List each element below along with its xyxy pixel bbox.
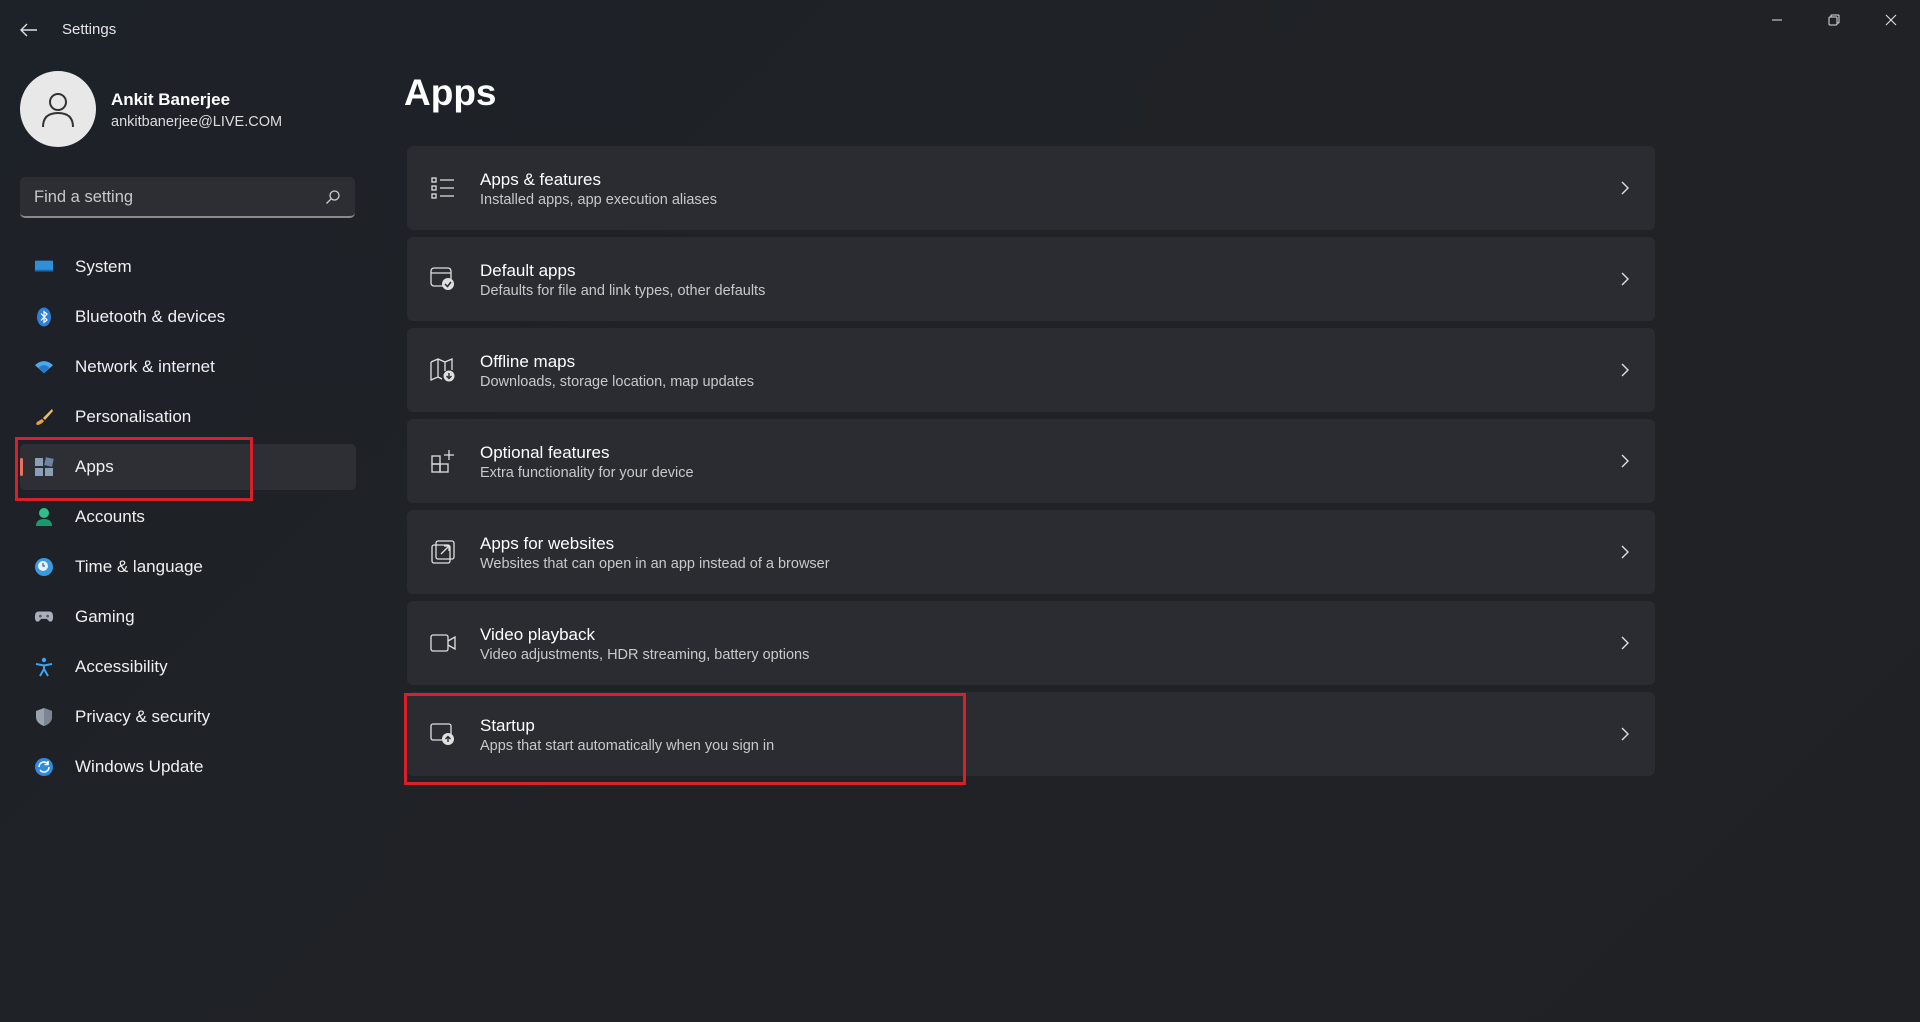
video-camera-icon [429, 629, 457, 657]
default-apps-icon [429, 265, 457, 293]
chevron-right-icon [1619, 269, 1631, 289]
card-subtitle: Extra functionality for your device [480, 465, 694, 481]
card-subtitle: Websites that can open in an app instead… [480, 556, 830, 572]
close-button[interactable] [1863, 0, 1919, 40]
sidebar-item-label: Bluetooth & devices [75, 307, 226, 326]
card-offline-maps[interactable]: Offline maps Downloads, storage location… [407, 328, 1655, 412]
minimize-button[interactable] [1749, 0, 1805, 40]
card-title: Optional features [480, 443, 610, 462]
card-subtitle: Downloads, storage location, map updates [480, 374, 755, 390]
chevron-right-icon [1619, 178, 1631, 198]
sidebar-item-label: Accessibility [75, 657, 168, 676]
sidebar-item-label: System [75, 257, 132, 276]
card-title: Apps & features [480, 170, 601, 189]
open-external-icon [429, 538, 457, 566]
card-title: Default apps [480, 261, 576, 280]
sidebar-item-label: Windows Update [75, 757, 204, 776]
startup-icon [429, 720, 457, 748]
card-subtitle: Defaults for file and link types, other … [480, 283, 766, 299]
sidebar-item-accessibility[interactable]: Accessibility [20, 644, 356, 690]
close-icon [1885, 14, 1897, 26]
card-title: Apps for websites [480, 534, 615, 553]
sidebar-item-apps[interactable]: Apps [20, 444, 356, 490]
chevron-right-icon [1619, 633, 1631, 653]
accessibility-icon [34, 657, 54, 677]
app-title: Settings [62, 21, 117, 38]
settings-card-list: Apps & features Installed apps, app exec… [407, 146, 1655, 783]
chevron-right-icon [1619, 542, 1631, 562]
search-icon [326, 190, 340, 204]
sidebar-item-windows-update[interactable]: Windows Update [20, 744, 356, 790]
sidebar-item-accounts[interactable]: Accounts [20, 494, 356, 540]
card-subtitle: Installed apps, app execution aliases [480, 192, 717, 208]
sidebar-item-label: Time & language [75, 557, 203, 576]
map-download-icon [429, 356, 457, 384]
accounts-icon [34, 507, 54, 527]
update-icon [34, 757, 54, 777]
user-profile[interactable]: Ankit Banerjee ankitbanerjee@LIVE.COM [20, 70, 360, 150]
chevron-right-icon [1619, 724, 1631, 744]
card-video-playback[interactable]: Video playback Video adjustments, HDR st… [407, 601, 1655, 685]
card-apps-features[interactable]: Apps & features Installed apps, app exec… [407, 146, 1655, 230]
user-email: ankitbanerjee@LIVE.COM [111, 114, 283, 130]
apps-icon [34, 457, 54, 477]
selection-indicator [20, 458, 23, 476]
search-input[interactable]: Find a setting [20, 177, 355, 218]
list-icon [429, 174, 457, 202]
sidebar-item-label: Accounts [75, 507, 145, 526]
card-title: Startup [480, 716, 535, 735]
sidebar-item-network[interactable]: Network & internet [20, 344, 356, 390]
chevron-right-icon [1619, 360, 1631, 380]
back-button[interactable] [14, 16, 44, 44]
sidebar-nav: System Bluetooth & devices Network & int… [20, 244, 356, 794]
sidebar-item-privacy-security[interactable]: Privacy & security [20, 694, 356, 740]
sidebar-item-gaming[interactable]: Gaming [20, 594, 356, 640]
title-bar: Settings [0, 0, 1920, 60]
clock-globe-icon [34, 557, 54, 577]
sidebar-item-label: Apps [75, 457, 114, 476]
maximize-button[interactable] [1806, 0, 1862, 40]
gamepad-icon [34, 607, 54, 627]
card-startup[interactable]: Startup Apps that start automatically wh… [407, 692, 1655, 776]
sidebar-item-label: Network & internet [75, 357, 215, 376]
sidebar-item-time-language[interactable]: Time & language [20, 544, 356, 590]
card-title: Offline maps [480, 352, 576, 371]
minimize-icon [1772, 19, 1782, 21]
sidebar-item-bluetooth[interactable]: Bluetooth & devices [20, 294, 356, 340]
sidebar-item-label: Gaming [75, 607, 135, 626]
avatar [20, 71, 96, 147]
chevron-right-icon [1619, 451, 1631, 471]
settings-window: Settings Ankit Banerjee ankitbanerjee@LI… [0, 0, 1920, 1022]
search-placeholder: Find a setting [34, 188, 134, 206]
sidebar-item-system[interactable]: System [20, 244, 356, 290]
card-title: Video playback [480, 625, 595, 644]
system-monitor-icon [34, 257, 54, 277]
card-subtitle: Apps that start automatically when you s… [480, 738, 775, 754]
sidebar-item-label: Personalisation [75, 407, 192, 426]
wifi-icon [34, 357, 54, 377]
sidebar-item-personalisation[interactable]: Personalisation [20, 394, 356, 440]
card-apps-for-websites[interactable]: Apps for websites Websites that can open… [407, 510, 1655, 594]
card-default-apps[interactable]: Default apps Defaults for file and link … [407, 237, 1655, 321]
restore-icon [1828, 14, 1840, 26]
bluetooth-icon [34, 307, 54, 327]
add-grid-icon [429, 447, 457, 475]
brush-icon [34, 407, 54, 427]
card-subtitle: Video adjustments, HDR streaming, batter… [480, 647, 810, 663]
back-arrow-icon [20, 23, 37, 37]
sidebar-item-label: Privacy & security [75, 707, 211, 726]
shield-icon [34, 707, 54, 727]
page-title: Apps [404, 72, 497, 113]
user-avatar-icon [42, 93, 74, 128]
card-optional-features[interactable]: Optional features Extra functionality fo… [407, 419, 1655, 503]
user-name: Ankit Banerjee [111, 90, 231, 109]
